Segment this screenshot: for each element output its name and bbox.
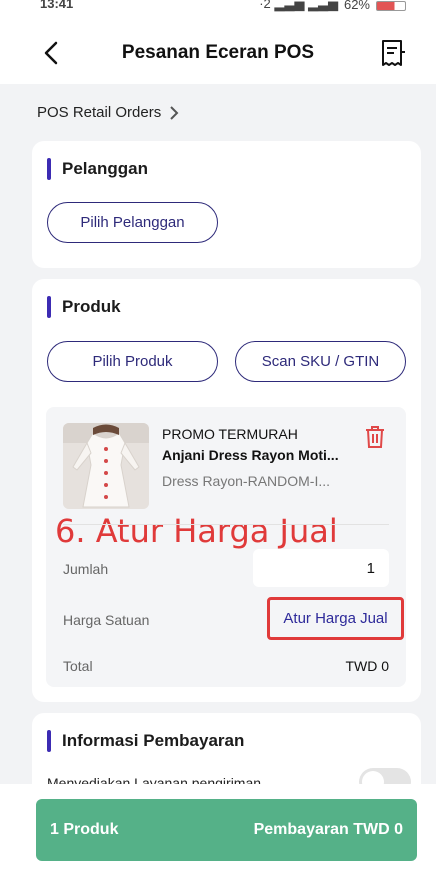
scan-sku-button[interactable]: Scan SKU / GTIN bbox=[235, 341, 406, 382]
app-header: Pesanan Eceran POS bbox=[0, 22, 436, 84]
product-item: PROMO TERMURAH Anjani Dress Rayon Moti..… bbox=[46, 407, 406, 687]
product-name: Anjani Dress Rayon Moti... bbox=[162, 447, 339, 463]
quantity-input[interactable]: 1 bbox=[253, 549, 389, 587]
unit-price-label: Harga Satuan bbox=[63, 612, 150, 628]
payment-button[interactable]: 1 Produk Pembayaran TWD 0 bbox=[36, 799, 417, 861]
payment-section-title: Informasi Pembayaran bbox=[47, 730, 244, 752]
divider bbox=[63, 524, 389, 525]
payment-total-label: Pembayaran TWD 0 bbox=[253, 821, 403, 838]
breadcrumb[interactable]: POS Retail Orders bbox=[37, 104, 179, 121]
dress-image bbox=[63, 423, 149, 509]
breadcrumb-label: POS Retail Orders bbox=[37, 104, 162, 121]
pick-product-button[interactable]: Pilih Produk bbox=[47, 341, 218, 382]
step-annotation: 6. Atur Harga Jual bbox=[55, 512, 338, 550]
product-title-label: Produk bbox=[62, 297, 121, 316]
page-content: POS Retail Orders Pelanggan Pilih Pelang… bbox=[17, 84, 436, 813]
section-accent-bar bbox=[47, 730, 51, 752]
receipt-icon[interactable] bbox=[378, 38, 408, 68]
status-bar: 13:41 ·2 ▂▃▅ ▂▃▅ 62% bbox=[0, 0, 436, 22]
customer-section-title: Pelanggan bbox=[47, 158, 148, 180]
bottom-bar: 1 Produk Pembayaran TWD 0 bbox=[0, 784, 436, 875]
product-section-title: Produk bbox=[47, 296, 121, 318]
product-thumbnail bbox=[63, 423, 149, 509]
product-promo-label: PROMO TERMURAH bbox=[162, 426, 298, 442]
battery-icon bbox=[376, 1, 406, 11]
customer-title-label: Pelanggan bbox=[62, 159, 148, 178]
signal-icon: ·2 ▂▃▅ ▂▃▅ bbox=[259, 0, 338, 11]
page-title: Pesanan Eceran POS bbox=[121, 42, 315, 63]
battery-percent: 62% bbox=[343, 0, 370, 12]
section-accent-bar bbox=[47, 296, 51, 318]
section-accent-bar bbox=[47, 158, 51, 180]
pick-customer-button[interactable]: Pilih Pelanggan bbox=[47, 202, 218, 243]
status-icons: ·2 ▂▃▅ ▂▃▅ 62% bbox=[259, 0, 406, 12]
chevron-right-icon bbox=[170, 105, 179, 120]
total-label: Total bbox=[63, 658, 93, 674]
status-time: 13:41 bbox=[40, 0, 74, 11]
quantity-label: Jumlah bbox=[63, 561, 109, 577]
total-value: TWD 0 bbox=[345, 658, 389, 674]
set-price-button[interactable]: Atur Harga Jual bbox=[267, 597, 404, 640]
back-arrow-icon[interactable] bbox=[40, 40, 64, 66]
customer-card: Pelanggan Pilih Pelanggan bbox=[32, 141, 421, 268]
product-variant: Dress Rayon-RANDOM-I... bbox=[162, 473, 331, 489]
payment-title-label: Informasi Pembayaran bbox=[62, 731, 245, 750]
trash-icon[interactable] bbox=[364, 425, 386, 449]
product-card: Produk Pilih Produk Scan SKU / GTIN PROM… bbox=[32, 279, 421, 702]
product-count-label: 1 Produk bbox=[50, 821, 119, 838]
